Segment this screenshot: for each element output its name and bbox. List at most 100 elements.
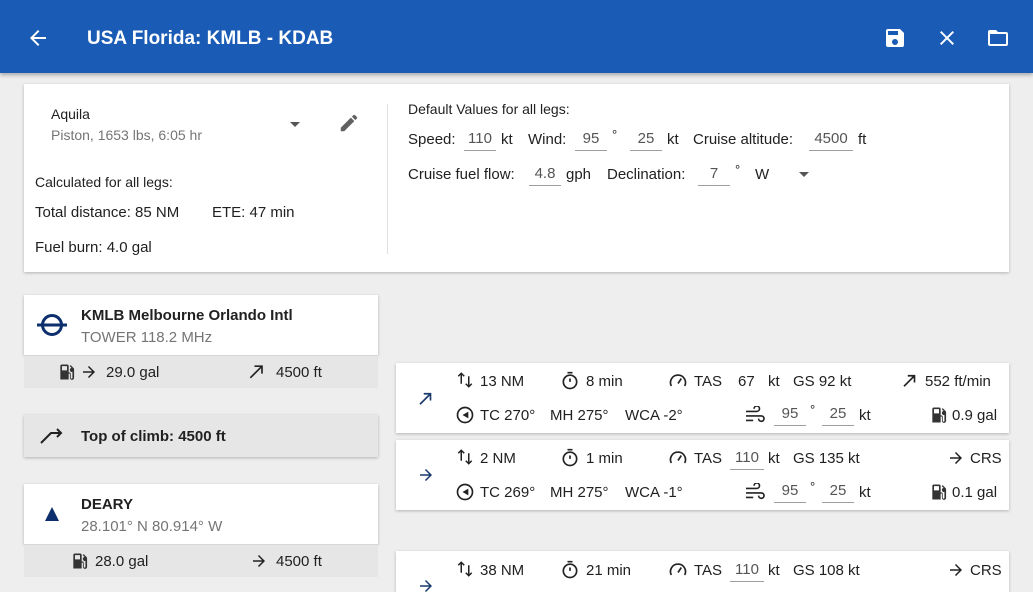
declination-direction[interactable]: W (755, 166, 769, 183)
leg-time: 1 min (586, 450, 623, 467)
wind-correction-angle: WCA -1° (625, 484, 683, 501)
degree-symbol: ° (810, 402, 816, 417)
fuel-flow-unit: gph (566, 166, 592, 183)
airport-icon (37, 314, 67, 336)
waypoint-altitude: 4500 ft (276, 553, 322, 570)
up-down-arrows-icon (457, 561, 473, 577)
wind-direction-field[interactable]: 95 (774, 481, 806, 503)
arrow-right-icon (420, 469, 432, 481)
wind-label: Wind: (528, 131, 567, 148)
waypoint-subtitle: TOWER 118.2 MHz (81, 329, 213, 346)
up-down-arrows-icon (457, 449, 473, 465)
wind-speed-field[interactable]: 25 (822, 481, 854, 503)
cruise-altitude-label: Cruise altitude: (693, 131, 794, 148)
waypoint-subtitle: 28.101° N 80.914° W (81, 518, 223, 535)
fuel-pump-icon (932, 484, 947, 500)
declination-label: Declination: (607, 166, 686, 183)
compass-icon (456, 483, 474, 501)
arrow-right-icon (950, 564, 962, 576)
settings-card: Aquila Piston, 1653 lbs, 6:05 hr Calcula… (24, 84, 1009, 272)
tas-unit: kt (768, 373, 780, 390)
speed-unit: kt (501, 131, 513, 148)
wind-unit: kt (859, 407, 871, 424)
degree-symbol: ° (612, 127, 618, 142)
total-distance: Total distance: 85 NM (35, 204, 180, 221)
tas-label: TAS (694, 450, 723, 467)
arrow-right-icon (253, 555, 265, 567)
waypoint-title: DEARY (81, 496, 133, 513)
declination-dropdown-icon[interactable] (799, 172, 809, 177)
stopwatch-icon (562, 448, 578, 467)
arrow-right-icon (420, 580, 432, 592)
wind-icon (746, 406, 765, 423)
climb-arrow-icon (419, 392, 432, 405)
altitude-unit: ft (858, 131, 867, 148)
fuel-pump-icon (60, 364, 75, 380)
leg-distance: 2 NM (480, 450, 516, 467)
defaults-heading: Default Values for all legs: (408, 101, 570, 117)
magnetic-heading: MH 275° (550, 407, 609, 424)
magnetic-heading: MH 275° (550, 484, 609, 501)
tas-label: TAS (694, 373, 723, 390)
ground-speed: GS 108 kt (793, 562, 860, 579)
degree-symbol: ° (810, 479, 816, 494)
climb-arrow-icon (903, 374, 916, 387)
app-bar: USA Florida: KMLB - KDAB (0, 0, 1033, 73)
pencil-icon[interactable] (338, 112, 360, 134)
wind-unit: kt (859, 484, 871, 501)
tas-field[interactable]: 110 (730, 448, 764, 470)
leg-time: 21 min (586, 562, 632, 579)
wind-speed-field[interactable]: 25 (630, 129, 662, 151)
leg-fuel: 0.9 gal (952, 407, 998, 424)
degree-symbol: ° (735, 162, 741, 177)
cruise-label: CRS (970, 450, 1002, 467)
folder-icon[interactable] (986, 26, 1010, 50)
waypoint-title: KMLB Melbourne Orlando Intl (81, 307, 293, 324)
wind-direction-field[interactable]: 95 (774, 404, 806, 426)
aircraft-name[interactable]: Aquila (51, 106, 90, 122)
divider (387, 104, 388, 254)
leg-card[interactable]: 13 NM 8 min TAS 67 kt GS 92 kt 552 ft/mi… (396, 363, 1009, 433)
close-icon[interactable] (935, 26, 959, 50)
tas-unit: kt (768, 562, 780, 579)
speed-field[interactable]: 110 (464, 129, 496, 151)
waypoint-card-kmlb[interactable]: KMLB Melbourne Orlando Intl TOWER 118.2 … (24, 295, 378, 355)
waypoint-card-deary[interactable]: DEARY 28.101° N 80.914° W (24, 484, 378, 544)
cruise-label: CRS (970, 562, 1002, 579)
aircraft-details: Piston, 1653 lbs, 6:05 hr (51, 127, 202, 143)
climb-level-icon (40, 428, 63, 444)
ground-speed: GS 92 kt (793, 373, 852, 390)
leg-card[interactable]: 2 NM 1 min TAS 110 kt GS 135 kt CRS TC 2… (396, 440, 1009, 510)
fuel-remaining: 28.0 gal (95, 553, 149, 570)
floppy-disk-icon[interactable] (883, 26, 907, 50)
page-title: USA Florida: KMLB - KDAB (87, 28, 334, 49)
leg-distance: 13 NM (480, 373, 525, 390)
calculated-heading: Calculated for all legs: (35, 174, 173, 190)
ete: ETE: 47 min (212, 204, 295, 221)
top-of-climb-card[interactable]: Top of climb: 4500 ft (24, 415, 378, 457)
climb-rate: 552 ft/min (925, 373, 991, 390)
arrow-left-icon[interactable] (26, 26, 50, 50)
tas-field[interactable]: 110 (730, 560, 764, 582)
top-of-climb-label: Top of climb: 4500 ft (81, 428, 226, 445)
tas-label: TAS (694, 562, 723, 579)
aircraft-dropdown-icon[interactable] (290, 122, 300, 127)
wind-speed-field[interactable]: 25 (822, 404, 854, 426)
tas-unit: kt (768, 450, 780, 467)
true-course: TC 270° (480, 407, 536, 424)
declination-field[interactable]: 7 (698, 164, 730, 186)
leg-card[interactable]: 38 NM 21 min TAS 110 kt GS 108 kt CRS (396, 551, 1009, 592)
speedometer-icon (669, 451, 687, 464)
wind-direction-field[interactable]: 95 (575, 129, 607, 151)
cruise-altitude-field[interactable]: 4500 (809, 129, 853, 151)
waypoint-footer: 28.0 gal 4500 ft (24, 544, 378, 577)
cruise-fuel-flow-field[interactable]: 4.8 (529, 164, 561, 186)
wind-correction-angle: WCA -2° (625, 407, 683, 424)
stopwatch-icon (562, 371, 578, 390)
wind-icon (746, 483, 765, 500)
leg-fuel: 0.1 gal (952, 484, 998, 501)
speedometer-icon (669, 563, 687, 576)
compass-icon (456, 406, 474, 424)
waypoint-altitude: 4500 ft (276, 364, 322, 381)
fuel-remaining: 29.0 gal (106, 364, 160, 381)
